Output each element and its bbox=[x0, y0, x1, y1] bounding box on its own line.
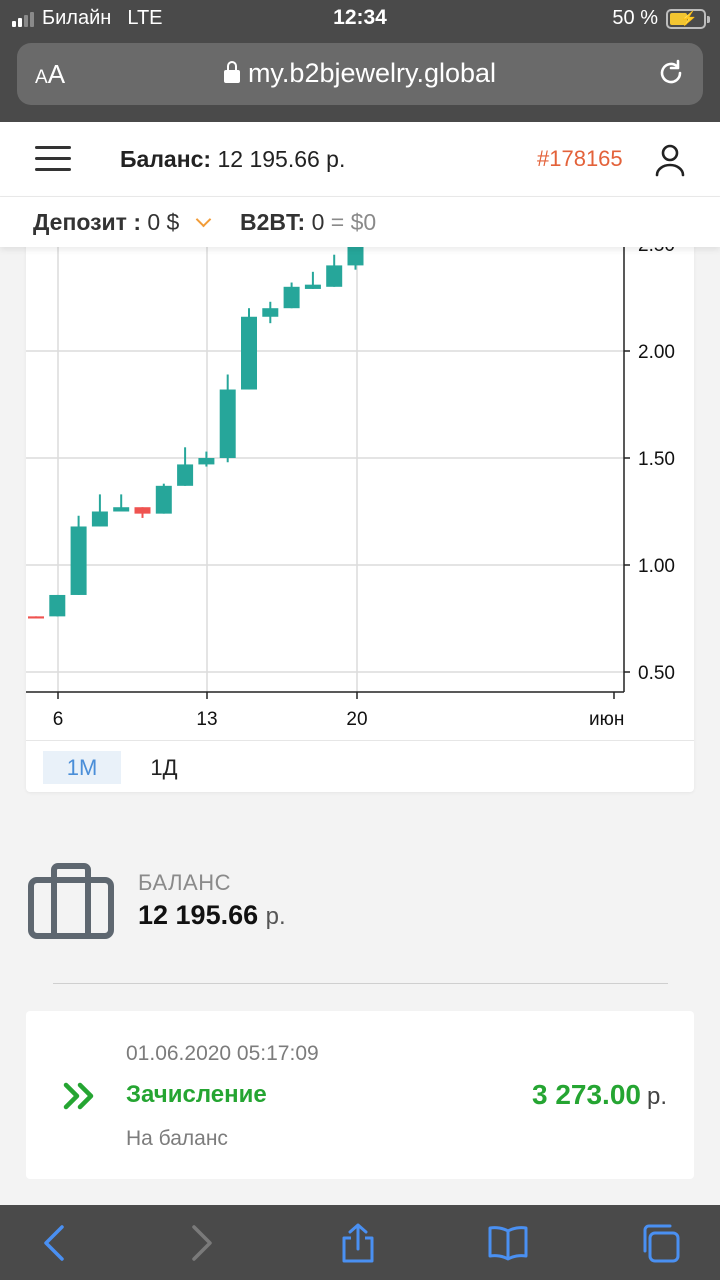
candle-body bbox=[262, 308, 279, 317]
period-selector: 1М 1Д bbox=[26, 740, 694, 792]
url-text: my.b2bjewelry.global bbox=[247, 58, 497, 88]
status-bar: Билайн LTE 12:34 50 % ⚡ bbox=[0, 0, 720, 38]
transaction-date: 01.06.2020 05:17:09 bbox=[126, 1042, 319, 1065]
candle-body bbox=[304, 284, 321, 289]
y-tick-label: 1.50 bbox=[638, 449, 675, 470]
chevron-down-icon[interactable] bbox=[195, 211, 212, 228]
section-divider bbox=[53, 983, 668, 984]
deposit-label: Депозит : bbox=[33, 209, 141, 235]
transaction-description: На баланс bbox=[126, 1127, 228, 1150]
url-display[interactable]: my.b2bjewelry.global bbox=[17, 58, 703, 89]
b2bt-usd: $0 bbox=[350, 209, 377, 235]
candle-body bbox=[241, 316, 257, 390]
balance-label: БАЛАНС bbox=[138, 870, 231, 895]
period-1d-button[interactable]: 1Д bbox=[138, 751, 190, 784]
price-chart-card: 0.501.001.502.002.5061320июн 1М 1Д bbox=[26, 200, 694, 792]
tabs-icon[interactable] bbox=[638, 1221, 682, 1265]
candle-body bbox=[155, 485, 172, 514]
x-tick-label: июн bbox=[589, 709, 624, 730]
user-icon[interactable] bbox=[652, 142, 688, 178]
balance-amount: 12 195.66 р. bbox=[138, 900, 286, 931]
share-icon[interactable] bbox=[336, 1221, 380, 1265]
browser-chrome: Билайн LTE 12:34 50 % ⚡ AA my.b2bjewelry… bbox=[0, 0, 720, 122]
browser-toolbar bbox=[0, 1205, 720, 1280]
candle-body bbox=[70, 526, 87, 595]
reload-icon[interactable] bbox=[655, 57, 687, 89]
transaction-currency: р. bbox=[646, 1083, 667, 1110]
candlestick-chart[interactable]: 0.501.001.502.002.5061320июн bbox=[26, 200, 694, 740]
b2bt-equals: = bbox=[330, 209, 345, 235]
bookmarks-icon[interactable] bbox=[486, 1221, 530, 1265]
menu-icon[interactable] bbox=[35, 146, 71, 172]
status-right: 50 % ⚡ bbox=[612, 7, 710, 30]
transaction-amount-value: 3 273.00 bbox=[531, 1079, 641, 1110]
back-icon[interactable] bbox=[32, 1221, 76, 1265]
candle-body bbox=[177, 464, 194, 486]
transaction-type: Зачисление bbox=[126, 1081, 267, 1108]
battery-percent: 50 % bbox=[612, 7, 658, 29]
forward-icon[interactable] bbox=[180, 1221, 224, 1265]
header-balance-label: Баланс: bbox=[120, 146, 212, 172]
x-tick-label: 6 bbox=[53, 709, 64, 730]
b2bt-label: B2BT: bbox=[240, 209, 306, 235]
y-tick-label: 2.00 bbox=[638, 342, 675, 363]
battery-icon: ⚡ bbox=[666, 8, 710, 29]
header-balance: Баланс: 12 195.66 р. bbox=[120, 146, 345, 173]
candle-body bbox=[326, 265, 343, 287]
candle-body bbox=[91, 511, 108, 527]
x-tick-label: 13 bbox=[196, 709, 217, 730]
lock-icon bbox=[223, 61, 240, 83]
wallet-icon bbox=[28, 863, 114, 939]
transaction-amount: 3 273.00 р. bbox=[532, 1079, 667, 1111]
candle-body bbox=[113, 507, 130, 512]
address-bar[interactable]: AA my.b2bjewelry.global bbox=[17, 43, 703, 105]
transaction-item[interactable]: 01.06.2020 05:17:09 Зачисление 3 273.00 р… bbox=[26, 1011, 694, 1179]
candle-body bbox=[134, 507, 151, 514]
period-1m-button[interactable]: 1М bbox=[43, 751, 121, 784]
deposit-info[interactable]: Депозит : 0 $ bbox=[33, 209, 212, 236]
account-id[interactable]: #178165 bbox=[537, 146, 623, 172]
deposit-value: 0 $ bbox=[147, 209, 180, 235]
candle-body bbox=[198, 458, 215, 465]
double-chevron-right-icon bbox=[63, 1082, 94, 1110]
b2bt-info: B2BT: 0 = $0 bbox=[240, 209, 376, 236]
app-header: Баланс: 12 195.66 р. #178165 bbox=[0, 122, 720, 197]
account-subheader: Депозит : 0 $ B2BT: 0 = $0 bbox=[0, 197, 720, 247]
balance-value: 12 195.66 bbox=[138, 900, 259, 930]
candle-body bbox=[49, 594, 66, 617]
x-tick-label: 20 bbox=[346, 709, 367, 730]
y-tick-label: 0.50 bbox=[638, 663, 675, 684]
candle-body bbox=[283, 286, 300, 309]
balance-currency: р. bbox=[265, 903, 286, 930]
candle-body bbox=[28, 616, 44, 619]
candle-body bbox=[219, 389, 236, 458]
y-tick-label: 1.00 bbox=[638, 556, 675, 577]
b2bt-value: 0 bbox=[311, 209, 325, 235]
header-balance-value: 12 195.66 р. bbox=[217, 146, 346, 172]
